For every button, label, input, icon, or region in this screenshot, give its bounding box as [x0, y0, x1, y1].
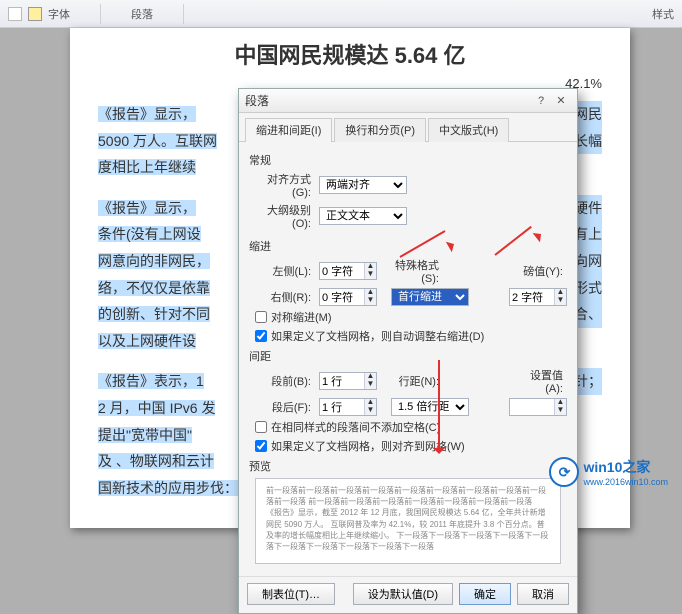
by-value-spinner[interactable]: ▲▼: [509, 288, 567, 306]
page-title: 中国网民规模达 5.64 亿: [98, 38, 602, 70]
label-outline: 大纲级别(O):: [249, 202, 315, 230]
watermark-url: www.2016win10.com: [583, 477, 668, 487]
ribbon-label-paragraph: 段落: [131, 6, 153, 22]
section-general: 常规: [249, 152, 567, 168]
tab-indent-spacing[interactable]: 缩进和间距(I): [245, 118, 332, 142]
ribbon-divider: [100, 4, 101, 24]
annotation-arrow: [438, 360, 440, 448]
at-spinner[interactable]: ▲▼: [509, 398, 567, 416]
chevron-down-icon[interactable]: ▼: [554, 407, 566, 415]
outline-select[interactable]: 正文文本: [319, 207, 407, 225]
line-spacing-select[interactable]: 1.5 倍行距: [391, 398, 469, 416]
ribbon-divider: [183, 4, 184, 24]
ribbon-group-font: 字体: [8, 6, 70, 22]
tab-line-page-breaks[interactable]: 换行和分页(P): [334, 118, 426, 142]
set-default-button[interactable]: 设为默认值(D): [353, 583, 453, 605]
label-by: 磅值(Y):: [515, 263, 567, 279]
logo-icon: ⟳: [549, 457, 579, 487]
label-special: 特殊格式(S):: [391, 257, 443, 285]
label-after: 段后(F):: [249, 399, 315, 415]
ribbon-group-paragraph: 段落: [131, 6, 153, 22]
ok-button[interactable]: 确定: [459, 583, 511, 605]
check-mirror-indent[interactable]: 对称缩进(M): [255, 309, 567, 325]
dialog-buttons: 制表位(T)… 设为默认值(D) 确定 取消: [239, 576, 577, 613]
section-spacing: 间距: [249, 348, 567, 364]
highlight-icon[interactable]: [28, 7, 42, 21]
chevron-down-icon[interactable]: ▼: [364, 297, 376, 305]
label-line-spacing: 行距(N):: [391, 373, 443, 389]
chevron-down-icon[interactable]: ▼: [364, 381, 376, 389]
check-snap-to-grid[interactable]: 如果定义了文档网格，则对齐到网格(W): [255, 438, 567, 454]
dialog-body: 常规 对齐方式(G): 两端对齐 大纲级别(O): 正文文本 缩进 左侧(L):…: [239, 142, 577, 576]
ribbon-group-styles: 样式: [652, 6, 674, 22]
dialog-title: 段落: [245, 92, 531, 109]
dialog-titlebar[interactable]: 段落 ? ✕: [239, 89, 577, 113]
close-icon[interactable]: ✕: [551, 94, 571, 107]
ribbon: 字体 段落 样式: [0, 0, 682, 28]
watermark: ⟳ win10之家 www.2016win10.com: [549, 457, 668, 487]
ribbon-label-styles: 样式: [652, 6, 674, 22]
paragraph-dialog: 段落 ? ✕ 缩进和间距(I) 换行和分页(P) 中文版式(H) 常规 对齐方式…: [238, 88, 578, 614]
preview-box: 前一段落前一段落前一段落前一段落前一段落前一段落前一段落前一段落前一段落前一段落…: [255, 478, 561, 564]
section-preview: 预览: [249, 458, 567, 474]
arrow-head-icon: [433, 448, 445, 460]
font-color-icon[interactable]: [8, 7, 22, 21]
right-indent-spinner[interactable]: ▲▼: [319, 288, 377, 306]
chevron-down-icon[interactable]: ▼: [364, 271, 376, 279]
tabs-button[interactable]: 制表位(T)…: [247, 583, 335, 605]
help-icon[interactable]: ?: [531, 95, 551, 107]
chevron-down-icon[interactable]: ▼: [554, 297, 566, 305]
label-before: 段前(B):: [249, 373, 315, 389]
space-before-spinner[interactable]: ▲▼: [319, 372, 377, 390]
special-select[interactable]: 首行缩进: [391, 288, 469, 306]
alignment-select[interactable]: 两端对齐: [319, 176, 407, 194]
watermark-brand: win10之家: [583, 459, 650, 475]
dialog-tabs: 缩进和间距(I) 换行和分页(P) 中文版式(H): [239, 113, 577, 142]
check-no-space-same-style[interactable]: 在相同样式的段落间不添加空格(C): [255, 419, 567, 435]
label-left: 左侧(L):: [249, 263, 315, 279]
check-auto-indent[interactable]: 如果定义了文档网格，则自动调整右缩进(D): [255, 328, 567, 344]
label-right: 右侧(R):: [249, 289, 315, 305]
chevron-down-icon[interactable]: ▼: [364, 407, 376, 415]
document-area: 中国网民规模达 5.64 亿 42.1% 《报告》显示，……国网民 5090 万…: [0, 28, 682, 505]
left-indent-spinner[interactable]: ▲▼: [319, 262, 377, 280]
label-alignment: 对齐方式(G):: [249, 171, 315, 199]
cancel-button[interactable]: 取消: [517, 583, 569, 605]
ribbon-label-font: 字体: [48, 6, 70, 22]
tab-chinese-typography[interactable]: 中文版式(H): [428, 118, 509, 142]
space-after-spinner[interactable]: ▲▼: [319, 398, 377, 416]
label-at: 设置值(A):: [515, 367, 567, 395]
